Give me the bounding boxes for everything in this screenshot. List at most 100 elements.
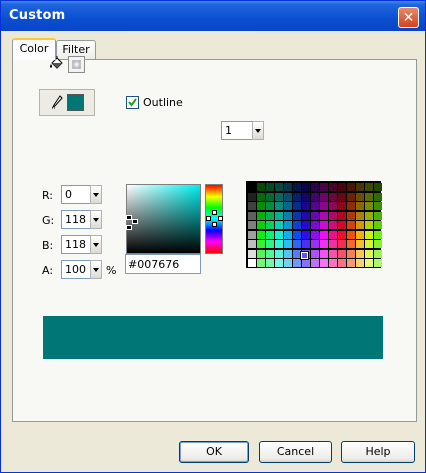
- palette-swatch[interactable]: [365, 240, 373, 248]
- palette-swatch[interactable]: [329, 183, 337, 191]
- palette-swatch[interactable]: [374, 221, 382, 229]
- palette-swatch[interactable]: [347, 183, 355, 191]
- help-button[interactable]: Help: [341, 441, 415, 463]
- palette-swatch[interactable]: [275, 183, 283, 191]
- palette-swatch[interactable]: [356, 211, 364, 220]
- r-dropdown[interactable]: [90, 185, 102, 204]
- palette-swatch[interactable]: [347, 202, 355, 210]
- palette-swatch[interactable]: [338, 221, 346, 229]
- palette-swatch[interactable]: [374, 259, 382, 267]
- palette-swatch[interactable]: [257, 202, 265, 210]
- palette-swatch[interactable]: [356, 259, 364, 267]
- outline-checkbox[interactable]: [126, 96, 139, 109]
- palette-swatch[interactable]: [320, 202, 328, 210]
- fill-swatch-icon[interactable]: [68, 56, 85, 73]
- palette-swatch[interactable]: [293, 221, 301, 229]
- palette-swatch[interactable]: [293, 211, 301, 220]
- palette-swatch[interactable]: [275, 202, 283, 210]
- palette-swatch[interactable]: [320, 230, 328, 239]
- palette-swatch[interactable]: [266, 249, 274, 258]
- palette-swatch[interactable]: [374, 230, 382, 239]
- palette-swatch[interactable]: [365, 221, 373, 229]
- palette-swatch[interactable]: [248, 259, 256, 267]
- palette-swatch[interactable]: [311, 202, 319, 210]
- b-field[interactable]: 118: [61, 235, 91, 254]
- palette-swatch[interactable]: [284, 211, 292, 220]
- palette-swatch[interactable]: [320, 211, 328, 220]
- palette-swatch[interactable]: [248, 240, 256, 248]
- outline-swatch-icon[interactable]: [67, 94, 84, 111]
- palette-swatch[interactable]: [329, 240, 337, 248]
- palette-swatch[interactable]: [320, 192, 328, 201]
- palette-swatch[interactable]: [311, 211, 319, 220]
- outline-width-dropdown[interactable]: [252, 121, 264, 140]
- palette-swatch[interactable]: [374, 249, 382, 258]
- g-field[interactable]: 118: [61, 210, 91, 229]
- a-dropdown[interactable]: [90, 260, 102, 279]
- palette-swatch[interactable]: [356, 240, 364, 248]
- palette-swatch[interactable]: [293, 240, 301, 248]
- a-field[interactable]: 100: [61, 260, 91, 279]
- hue-marker[interactable]: [212, 210, 217, 215]
- palette-swatch[interactable]: [374, 211, 382, 220]
- palette-swatch[interactable]: [257, 230, 265, 239]
- b-dropdown[interactable]: [90, 235, 102, 254]
- palette-swatch[interactable]: [356, 221, 364, 229]
- palette-swatch[interactable]: [293, 249, 301, 258]
- palette-swatch[interactable]: [365, 192, 373, 201]
- palette-swatch[interactable]: [338, 202, 346, 210]
- palette-swatch[interactable]: [347, 249, 355, 258]
- palette-swatch[interactable]: [284, 230, 292, 239]
- palette-swatch[interactable]: [302, 183, 310, 191]
- palette-swatch[interactable]: [257, 183, 265, 191]
- palette-swatch[interactable]: [284, 240, 292, 248]
- palette-swatch[interactable]: [302, 230, 310, 239]
- palette-swatch[interactable]: [320, 221, 328, 229]
- palette-swatch[interactable]: [347, 221, 355, 229]
- palette-swatch[interactable]: [266, 221, 274, 229]
- palette-swatch[interactable]: [293, 192, 301, 201]
- palette-swatch[interactable]: [275, 259, 283, 267]
- palette-swatch[interactable]: [320, 259, 328, 267]
- palette-swatch[interactable]: [311, 192, 319, 201]
- palette-swatch[interactable]: [257, 192, 265, 201]
- palette-swatch[interactable]: [329, 259, 337, 267]
- palette-swatch[interactable]: [320, 183, 328, 191]
- palette-swatch[interactable]: [356, 192, 364, 201]
- palette-swatch[interactable]: [311, 240, 319, 248]
- outline-width-field[interactable]: 1: [221, 121, 253, 140]
- palette-swatch[interactable]: [374, 192, 382, 201]
- palette-swatch[interactable]: [365, 259, 373, 267]
- palette-swatch[interactable]: [257, 249, 265, 258]
- r-field[interactable]: 0: [61, 185, 91, 204]
- palette-swatch[interactable]: [266, 230, 274, 239]
- ok-button[interactable]: OK: [179, 441, 249, 463]
- palette-swatch[interactable]: [248, 221, 256, 229]
- palette-swatch[interactable]: [311, 249, 319, 258]
- palette-swatch[interactable]: [266, 240, 274, 248]
- title-bar[interactable]: Custom ✕: [1, 1, 425, 31]
- palette-swatch[interactable]: [257, 259, 265, 267]
- palette-swatch[interactable]: [311, 221, 319, 229]
- palette-swatch[interactable]: [374, 183, 382, 191]
- palette-swatch[interactable]: [248, 211, 256, 220]
- palette-swatch[interactable]: [302, 221, 310, 229]
- palette-swatch[interactable]: [257, 211, 265, 220]
- palette-swatch[interactable]: [347, 230, 355, 239]
- pen-icon[interactable]: [51, 95, 63, 109]
- palette-swatch[interactable]: [365, 211, 373, 220]
- palette-swatch[interactable]: [293, 230, 301, 239]
- palette-swatch[interactable]: [257, 240, 265, 248]
- palette-swatch[interactable]: [248, 230, 256, 239]
- palette-swatch[interactable]: [284, 259, 292, 267]
- palette-swatch[interactable]: [311, 259, 319, 267]
- palette-swatch[interactable]: [302, 259, 310, 267]
- hex-color-field[interactable]: #007676: [125, 254, 201, 274]
- palette-swatch[interactable]: [293, 202, 301, 210]
- palette-swatch[interactable]: [338, 192, 346, 201]
- palette-swatch[interactable]: [284, 249, 292, 258]
- palette-swatch[interactable]: [302, 192, 310, 201]
- palette-swatch[interactable]: [338, 211, 346, 220]
- palette-swatch[interactable]: [275, 211, 283, 220]
- palette-swatch[interactable]: [338, 240, 346, 248]
